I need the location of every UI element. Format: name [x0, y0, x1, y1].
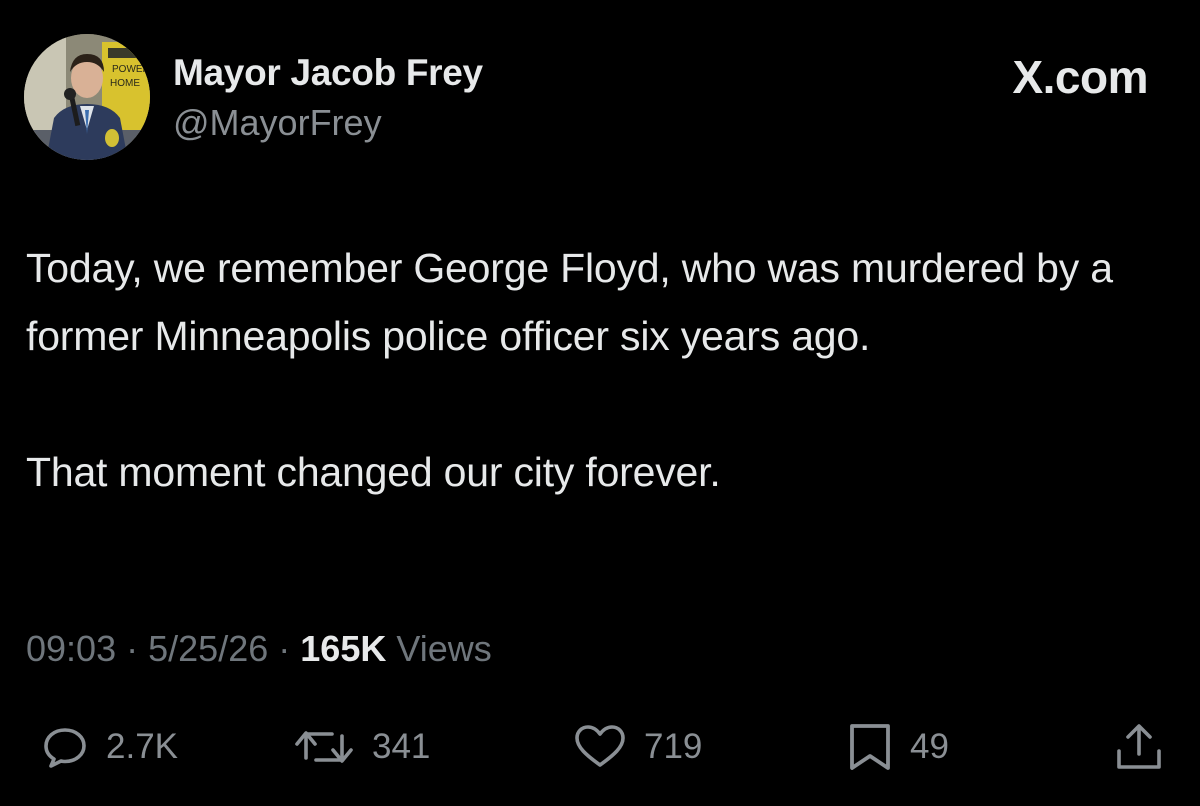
repost-count: 341 [372, 727, 431, 766]
bookmark-count: 49 [910, 727, 949, 766]
share-upload-icon [1117, 724, 1161, 769]
bookmark-icon [850, 724, 890, 770]
avatar-sign-line-1: POWER [112, 64, 150, 75]
like-button[interactable]: 719 [572, 712, 702, 782]
author-handle[interactable]: @MayorFrey [173, 102, 382, 144]
tweet-text: Today, we remember George Floyd, who was… [26, 234, 1156, 506]
tweet-paragraph: That moment changed our city forever. [26, 449, 721, 495]
avatar-photo: POWER HOME [24, 34, 150, 160]
action-bar: 2.7K 341 719 49 [0, 712, 1200, 782]
meta-separator: · [278, 628, 291, 669]
tweet-time[interactable]: 09:03 [26, 628, 116, 669]
heart-icon [575, 725, 625, 767]
tweet-meta: 09:03 · 5/25/26 · 165K Views [26, 628, 492, 670]
tweet-paragraph: Today, we remember George Floyd, who was… [26, 245, 1113, 359]
like-count: 719 [644, 727, 703, 766]
author-display-name[interactable]: Mayor Jacob Frey [173, 52, 483, 94]
tweet-card: POWER HOME Mayor Jacob Frey @MayorFrey X… [0, 0, 1200, 806]
bookmark-button[interactable]: 49 [846, 712, 949, 782]
avatar[interactable]: POWER HOME [24, 34, 150, 160]
share-button[interactable] [1113, 712, 1165, 782]
views-label: Views [396, 628, 492, 669]
avatar-sign-line-2: HOME [110, 78, 140, 89]
repost-arrows-icon [295, 731, 353, 763]
reply-count: 2.7K [106, 727, 178, 766]
views-count: 165K [300, 628, 387, 669]
repost-button[interactable]: 341 [292, 712, 430, 782]
brand-logo: X.com [1012, 51, 1148, 103]
speech-bubble-icon [44, 728, 86, 768]
tweet-date[interactable]: 5/25/26 [148, 628, 268, 669]
meta-separator: · [126, 628, 139, 669]
reply-button[interactable]: 2.7K [40, 712, 178, 782]
